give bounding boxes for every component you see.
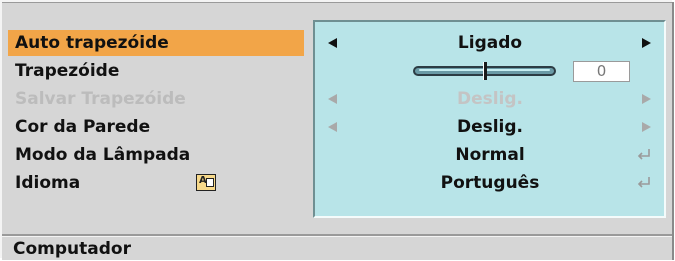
menu-item-label: Auto trapezóide	[15, 33, 169, 53]
auto-keystone-value: Ligado	[457, 33, 523, 53]
wall-color-row[interactable]: Deslig.	[315, 114, 664, 140]
language-icon: A	[196, 174, 216, 191]
value-panel: Ligado 0 Deslig. Deslig. Normal Portuguê…	[313, 20, 666, 218]
right-arrow-icon[interactable]	[642, 122, 651, 132]
keystone-value-box: 0	[573, 61, 630, 82]
auto-keystone-row[interactable]: Ligado	[315, 30, 664, 56]
top-border	[2, 2, 674, 3]
right-arrow-icon	[642, 94, 651, 104]
right-arrow-icon[interactable]	[642, 38, 651, 48]
save-keystone-value: Deslig.	[456, 89, 524, 109]
keystone-slider-thumb[interactable]	[482, 62, 487, 80]
menu-item-label: Salvar Trapezóide	[15, 89, 186, 109]
menu-item-language[interactable]: Idioma A	[8, 170, 304, 196]
language-box-icon	[206, 178, 214, 187]
right-border	[672, 2, 674, 260]
lamp-mode-row[interactable]: Normal	[315, 142, 664, 168]
projector-osd: Auto trapezóide Trapezóide Salvar Trapez…	[0, 0, 674, 260]
language-value: Português	[440, 173, 540, 193]
menu-item-label: Modo da Lâmpada	[15, 145, 191, 165]
source-label: Computador	[2, 236, 672, 260]
menu-item-label: Idioma	[15, 173, 81, 193]
left-arrow-icon[interactable]	[328, 122, 337, 132]
language-row[interactable]: Português	[315, 170, 664, 196]
menu-item-auto-keystone[interactable]: Auto trapezóide	[8, 30, 304, 56]
menu-item-lamp-mode[interactable]: Modo da Lâmpada	[8, 142, 304, 168]
keystone-row[interactable]: 0	[315, 58, 664, 84]
lamp-mode-value: Normal	[455, 145, 525, 165]
source-bar: Computador	[2, 234, 674, 260]
enter-icon[interactable]	[637, 147, 651, 161]
wall-color-value: Deslig.	[456, 117, 524, 137]
menu-item-label: Trapezóide	[15, 61, 120, 81]
menu-item-wall-color[interactable]: Cor da Parede	[8, 114, 304, 140]
menu-item-save-keystone: Salvar Trapezóide	[8, 86, 304, 112]
left-arrow-icon[interactable]	[328, 38, 337, 48]
enter-icon[interactable]	[637, 175, 651, 189]
menu-item-label: Cor da Parede	[15, 117, 151, 137]
setup-menu: Auto trapezóide Trapezóide Salvar Trapez…	[8, 30, 304, 210]
save-keystone-row: Deslig.	[315, 86, 664, 112]
left-arrow-icon	[328, 94, 337, 104]
menu-item-keystone[interactable]: Trapezóide	[8, 58, 304, 84]
